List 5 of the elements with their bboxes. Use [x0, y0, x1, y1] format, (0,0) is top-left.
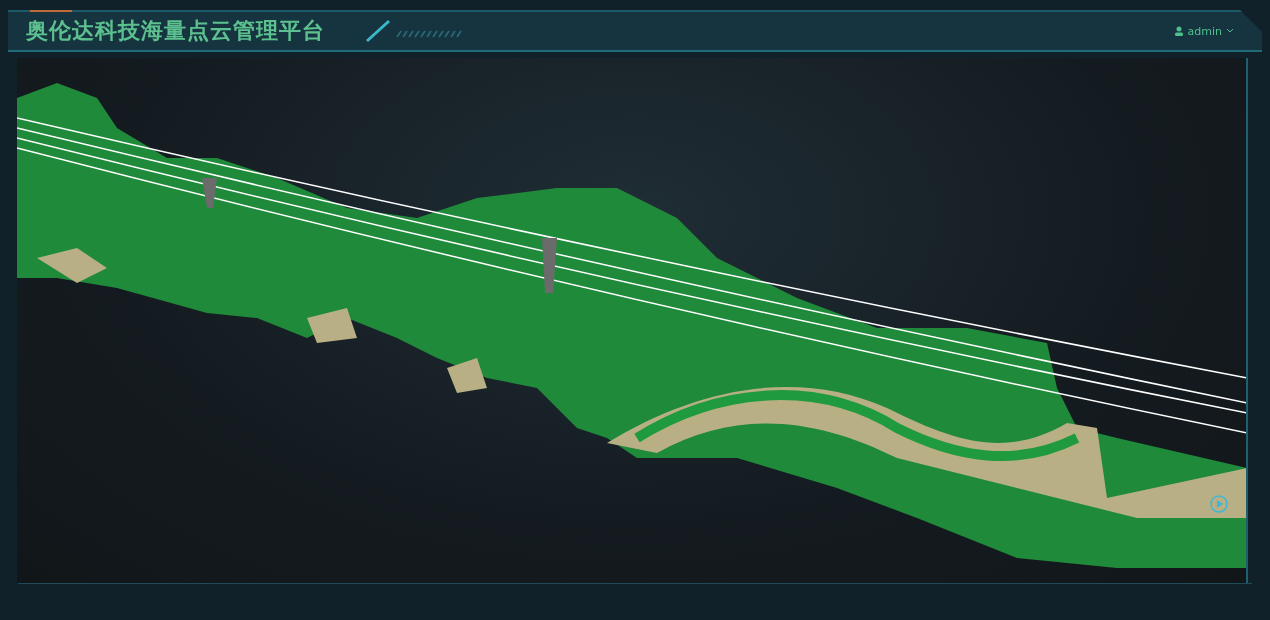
play-icon	[1209, 494, 1229, 514]
user-icon	[1173, 26, 1184, 36]
platform-title: 奥伦达科技海量点云管理平台	[26, 17, 325, 45]
chevron-down-icon	[1226, 28, 1234, 34]
user-menu[interactable]: admin	[1173, 24, 1244, 38]
